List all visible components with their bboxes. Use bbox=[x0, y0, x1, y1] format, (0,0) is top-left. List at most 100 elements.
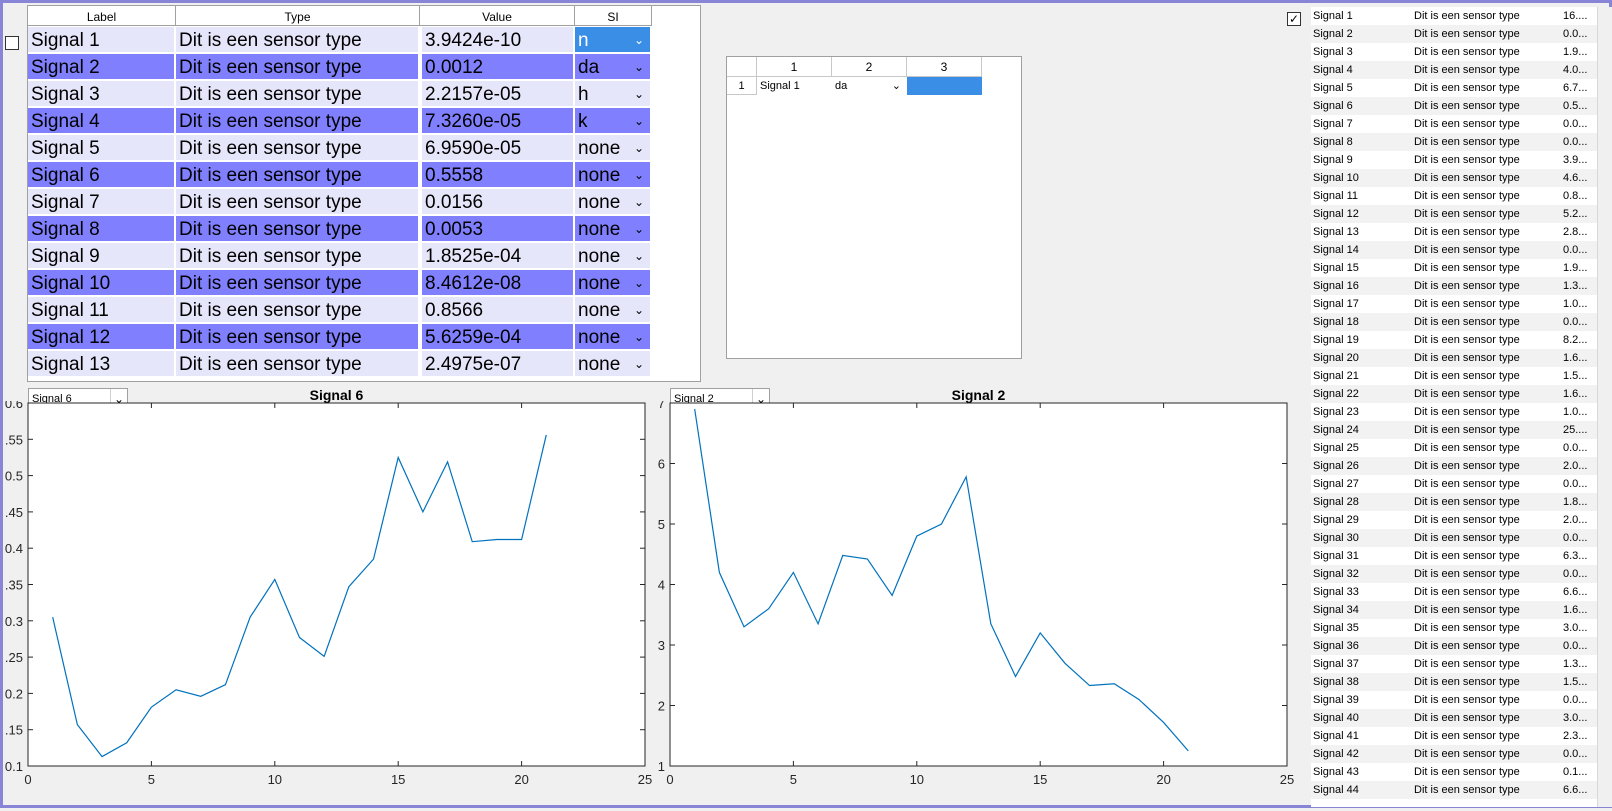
cell-1-1[interactable]: Signal 1 bbox=[757, 77, 832, 95]
header-type[interactable]: Type bbox=[176, 6, 420, 26]
chevron-down-icon[interactable]: ⌄ bbox=[634, 54, 644, 79]
list-item[interactable]: Signal 22 Dit is een sensor type 1.6... bbox=[1311, 385, 1597, 403]
cell-label[interactable]: Signal 6 bbox=[28, 162, 174, 187]
cell-label[interactable]: Signal 9 bbox=[28, 243, 174, 268]
cell-si[interactable]: none ⌄ bbox=[575, 351, 650, 376]
chevron-down-icon[interactable]: ⌄ bbox=[634, 324, 644, 349]
list-item[interactable]: Signal 17 Dit is een sensor type 1.0... bbox=[1311, 295, 1597, 313]
list-item[interactable]: Signal 4 Dit is een sensor type 4.0... bbox=[1311, 61, 1597, 79]
list-item[interactable]: Signal 41 Dit is een sensor type 2.3... bbox=[1311, 727, 1597, 745]
cell-type[interactable]: Dit is een sensor type bbox=[176, 162, 418, 187]
list-item[interactable]: Signal 35 Dit is een sensor type 3.0... bbox=[1311, 619, 1597, 637]
vertical-scrollbar[interactable] bbox=[1597, 7, 1612, 807]
list-item[interactable]: Signal 26 Dit is een sensor type 2.0... bbox=[1311, 457, 1597, 475]
cell-value[interactable]: 7.3260e-05 bbox=[422, 108, 573, 133]
list-item[interactable]: Signal 20 Dit is een sensor type 1.6... bbox=[1311, 349, 1597, 367]
list-item[interactable]: Signal 31 Dit is een sensor type 6.3... bbox=[1311, 547, 1597, 565]
cell-si[interactable]: da ⌄ bbox=[575, 54, 650, 79]
cell-type[interactable]: Dit is een sensor type bbox=[176, 297, 418, 322]
chevron-down-icon[interactable]: ⌄ bbox=[634, 297, 644, 322]
chevron-down-icon[interactable]: ⌄ bbox=[634, 351, 644, 376]
list-item[interactable]: Signal 33 Dit is een sensor type 6.6... bbox=[1311, 583, 1597, 601]
list-item[interactable]: Signal 21 Dit is een sensor type 1.5... bbox=[1311, 367, 1597, 385]
cell-label[interactable]: Signal 2 bbox=[28, 54, 174, 79]
list-item[interactable]: Signal 9 Dit is een sensor type 3.9... bbox=[1311, 151, 1597, 169]
list-item[interactable]: Signal 27 Dit is een sensor type 0.0... bbox=[1311, 475, 1597, 493]
cell-si[interactable]: none ⌄ bbox=[575, 297, 650, 322]
list-item[interactable]: Signal 32 Dit is een sensor type 0.0... bbox=[1311, 565, 1597, 583]
list-item[interactable]: Signal 43 Dit is een sensor type 0.1... bbox=[1311, 763, 1597, 781]
header-value[interactable]: Value bbox=[420, 6, 575, 26]
cell-1-3[interactable] bbox=[907, 77, 982, 95]
cell-type[interactable]: Dit is een sensor type bbox=[176, 135, 418, 160]
chevron-down-icon[interactable]: ⌄ bbox=[634, 162, 644, 187]
cell-value[interactable]: 2.4975e-07 bbox=[422, 351, 573, 376]
cell-si[interactable]: n ⌄ bbox=[575, 27, 650, 52]
cell-type[interactable]: Dit is een sensor type bbox=[176, 324, 418, 349]
cell-value[interactable]: 0.8566 bbox=[422, 297, 573, 322]
list-item[interactable]: Signal 11 Dit is een sensor type 0.8... bbox=[1311, 187, 1597, 205]
cell-label[interactable]: Signal 7 bbox=[28, 189, 174, 214]
cell-type[interactable]: Dit is een sensor type bbox=[176, 243, 418, 268]
chevron-down-icon[interactable]: ⌄ bbox=[634, 270, 644, 295]
cell-value[interactable]: 0.0156 bbox=[422, 189, 573, 214]
chevron-down-icon[interactable]: ⌄ bbox=[634, 27, 644, 52]
list-item[interactable]: Signal 37 Dit is een sensor type 1.3... bbox=[1311, 655, 1597, 673]
list-item[interactable]: Signal 28 Dit is een sensor type 1.8... bbox=[1311, 493, 1597, 511]
list-item[interactable]: Signal 10 Dit is een sensor type 4.6... bbox=[1311, 169, 1597, 187]
list-item[interactable]: Signal 15 Dit is een sensor type 1.9... bbox=[1311, 259, 1597, 277]
cell-value[interactable]: 0.0012 bbox=[422, 54, 573, 79]
list-item[interactable]: Signal 30 Dit is een sensor type 0.0... bbox=[1311, 529, 1597, 547]
list-item[interactable]: Signal 36 Dit is een sensor type 0.0... bbox=[1311, 637, 1597, 655]
chevron-down-icon[interactable]: ⌄ bbox=[634, 81, 644, 106]
cell-type[interactable]: Dit is een sensor type bbox=[176, 189, 418, 214]
cell-label[interactable]: Signal 13 bbox=[28, 351, 174, 376]
cell-type[interactable]: Dit is een sensor type bbox=[176, 27, 418, 52]
list-item[interactable]: Signal 3 Dit is een sensor type 1.9... bbox=[1311, 43, 1597, 61]
cell-label[interactable]: Signal 4 bbox=[28, 108, 174, 133]
list-item[interactable]: Signal 25 Dit is een sensor type 0.0... bbox=[1311, 439, 1597, 457]
list-item[interactable]: Signal 42 Dit is een sensor type 0.0... bbox=[1311, 745, 1597, 763]
cell-value[interactable]: 8.4612e-08 bbox=[422, 270, 573, 295]
list-item[interactable]: Signal 8 Dit is een sensor type 0.0... bbox=[1311, 133, 1597, 151]
cell-label[interactable]: Signal 8 bbox=[28, 216, 174, 241]
list-item[interactable]: Signal 5 Dit is een sensor type 6.7... bbox=[1311, 79, 1597, 97]
list-item[interactable]: Signal 14 Dit is een sensor type 0.0... bbox=[1311, 241, 1597, 259]
cell-si[interactable]: h ⌄ bbox=[575, 81, 650, 106]
header-si[interactable]: SI bbox=[575, 6, 652, 26]
left-checkbox[interactable] bbox=[5, 36, 19, 50]
col-header-1[interactable]: 1 bbox=[757, 57, 832, 77]
chevron-down-icon[interactable]: ⌄ bbox=[634, 135, 644, 160]
cell-label[interactable]: Signal 1 bbox=[28, 27, 174, 52]
cell-value[interactable]: 3.9424e-10 bbox=[422, 27, 573, 52]
header-label[interactable]: Label bbox=[28, 6, 176, 26]
right-checkbox[interactable]: ✓ bbox=[1287, 12, 1301, 26]
chevron-down-icon[interactable]: ⌄ bbox=[892, 77, 901, 95]
cell-value[interactable]: 5.6259e-04 bbox=[422, 324, 573, 349]
cell-type[interactable]: Dit is een sensor type bbox=[176, 216, 418, 241]
list-item[interactable]: Signal 38 Dit is een sensor type 1.5... bbox=[1311, 673, 1597, 691]
list-item[interactable]: Signal 13 Dit is een sensor type 2.8... bbox=[1311, 223, 1597, 241]
list-item[interactable]: Signal 39 Dit is een sensor type 0.0... bbox=[1311, 691, 1597, 709]
cell-si[interactable]: none ⌄ bbox=[575, 189, 650, 214]
list-item[interactable]: Signal 12 Dit is een sensor type 5.2... bbox=[1311, 205, 1597, 223]
cell-si[interactable]: none ⌄ bbox=[575, 243, 650, 268]
list-item[interactable]: Signal 2 Dit is een sensor type 0.0... bbox=[1311, 25, 1597, 43]
chevron-down-icon[interactable]: ⌄ bbox=[634, 243, 644, 268]
col-header-2[interactable]: 2 bbox=[832, 57, 907, 77]
cell-si[interactable]: k ⌄ bbox=[575, 108, 650, 133]
cell-label[interactable]: Signal 5 bbox=[28, 135, 174, 160]
cell-label[interactable]: Signal 12 bbox=[28, 324, 174, 349]
cell-label[interactable]: Signal 10 bbox=[28, 270, 174, 295]
cell-value[interactable]: 0.5558 bbox=[422, 162, 573, 187]
cell-value[interactable]: 2.2157e-05 bbox=[422, 81, 573, 106]
chevron-down-icon[interactable]: ⌄ bbox=[634, 189, 644, 214]
list-item[interactable]: Signal 16 Dit is een sensor type 1.3... bbox=[1311, 277, 1597, 295]
cell-si[interactable]: none ⌄ bbox=[575, 135, 650, 160]
list-item[interactable]: Signal 23 Dit is een sensor type 1.0... bbox=[1311, 403, 1597, 421]
list-item[interactable]: Signal 29 Dit is een sensor type 2.0... bbox=[1311, 511, 1597, 529]
cell-type[interactable]: Dit is een sensor type bbox=[176, 54, 418, 79]
cell-type[interactable]: Dit is een sensor type bbox=[176, 81, 418, 106]
list-item[interactable]: Signal 44 Dit is een sensor type 6.6... bbox=[1311, 781, 1597, 799]
cell-si[interactable]: none ⌄ bbox=[575, 162, 650, 187]
